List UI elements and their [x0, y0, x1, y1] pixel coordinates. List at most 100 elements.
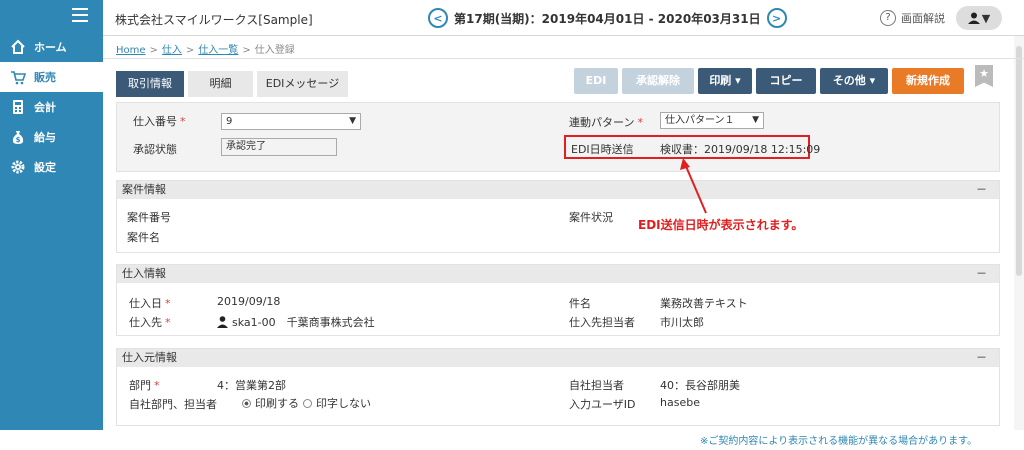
period-selector: < 第17期(当期)：2019年04月01日 - 2020年03月31日 >	[428, 8, 787, 28]
radio-checked-icon	[242, 398, 251, 408]
sidebar-item-settings[interactable]: 設定	[0, 152, 103, 182]
link-pattern-select[interactable]: 仕入パターン１ ▼	[660, 112, 764, 129]
approval-status-field: 承認完了	[221, 138, 337, 156]
required-mark: *	[165, 316, 171, 329]
sidebar-item-sales[interactable]: 販売	[0, 62, 103, 92]
hamburger-menu-icon[interactable]	[72, 8, 88, 22]
copy-button[interactable]: コピー	[756, 68, 816, 94]
edi-sent-label: EDI日時送信	[571, 143, 634, 156]
header-panel: 仕入番号 * 9 ▼ 承認状態 承認完了 連動パターン * 仕入パターン１ ▼ ED…	[116, 102, 1000, 172]
breadcrumb-home[interactable]: Home	[116, 45, 146, 56]
purchase-no-label: 仕入番号 *	[133, 115, 186, 128]
purchase-no-select[interactable]: 9 ▼	[221, 113, 361, 130]
purchase-no-value: 9	[226, 116, 233, 127]
chevron-down-icon: ▼	[752, 115, 759, 125]
collapse-icon[interactable]: －	[976, 265, 987, 283]
scrollbar[interactable]	[1014, 36, 1024, 430]
collapse-icon[interactable]: －	[976, 349, 987, 367]
bookmark-star-icon[interactable]: ★	[975, 65, 993, 87]
dept-value: 4：営業第2部	[217, 379, 286, 392]
top-bar: 株式会社スマイルワークス[Sample] < 第17期(当期)：2019年04月…	[103, 0, 1024, 36]
self-dept-label: 自社部門、担当者	[129, 398, 217, 411]
staff-label: 自社担当者	[569, 379, 624, 392]
breadcrumb-current: 仕入登録	[254, 45, 295, 56]
radio-print-no[interactable]: 印字しない	[303, 395, 371, 411]
required-mark: *	[165, 297, 171, 310]
sidebar-item-label: 販売	[34, 71, 56, 84]
edi-sent-value: 検収書：2019/09/18 12:15:09	[660, 143, 821, 156]
next-period-button[interactable]: >	[766, 8, 787, 28]
new-create-button[interactable]: 新規作成	[892, 68, 964, 94]
prev-period-button[interactable]: <	[428, 8, 448, 28]
required-mark: *	[637, 116, 643, 129]
sidebar-item-home[interactable]: ホーム	[0, 32, 103, 62]
purchase-info-section: 仕入情報 － 仕入日 * 2019/09/18 仕入先 * ska1-00 千葉商事…	[116, 264, 1000, 336]
input-user-value: hasebe	[660, 396, 700, 409]
user-menu-button[interactable]: ▼	[956, 6, 1002, 30]
section-title: 仕入情報	[122, 267, 166, 280]
company-name: 株式会社スマイルワークス[Sample]	[115, 13, 313, 27]
help-link[interactable]: ? 画面解説	[880, 10, 945, 26]
edi-button[interactable]: EDI	[574, 68, 618, 94]
supplier-contact-value: 市川太郎	[660, 316, 704, 329]
required-mark: *	[180, 115, 186, 128]
subject-label: 件名	[569, 297, 591, 310]
footnote: ※ご契約内容により表示される機能が異なる場合があります。	[700, 436, 978, 447]
question-icon: ?	[880, 10, 896, 26]
annotation-text: EDI送信日時が表示されます。	[638, 218, 804, 232]
subject-value: 業務改善テキスト	[660, 297, 748, 310]
approval-label: 承認状態	[133, 143, 177, 156]
gear-icon	[11, 160, 25, 174]
chevron-down-icon: ▼	[349, 116, 356, 126]
print-radio-group: 印刷する 印字しない	[242, 395, 371, 411]
divider	[103, 58, 1024, 59]
sidebar-item-label: 設定	[34, 161, 56, 174]
case-info-section: 案件情報 － 案件番号 案件名 案件状況	[116, 180, 1000, 253]
tab-details[interactable]: 明細	[188, 71, 253, 97]
supplier-contact-label: 仕入先担当者	[569, 316, 635, 329]
print-button[interactable]: 印刷 ▾	[698, 68, 752, 94]
radio-label: 印刷する	[255, 397, 299, 410]
collapse-icon[interactable]: －	[976, 181, 987, 199]
breadcrumb: Home > 仕入 > 仕入一覧 > 仕入登録	[116, 41, 295, 56]
breadcrumb-purchase-list[interactable]: 仕入一覧	[198, 45, 238, 56]
required-mark: *	[154, 379, 160, 392]
link-pattern-value: 仕入パターン１	[665, 115, 735, 126]
home-icon	[11, 39, 25, 54]
section-header: 案件情報 －	[117, 181, 999, 199]
svg-text:$: $	[16, 136, 21, 144]
chevron-down-icon: ▼	[981, 11, 991, 25]
tab-edi-messages[interactable]: EDIメッセージ	[257, 71, 348, 97]
radio-label: 印字しない	[316, 397, 371, 410]
radio-unchecked-icon	[303, 398, 312, 408]
case-status-label: 案件状況	[569, 211, 613, 224]
section-header: 仕入情報 －	[117, 265, 999, 283]
person-icon	[217, 316, 228, 328]
case-name-label: 案件名	[127, 231, 160, 244]
sidebar-item-payroll[interactable]: $ 給与	[0, 122, 103, 152]
radio-print-yes[interactable]: 印刷する	[242, 395, 299, 411]
sidebar: ホーム 販売 会計 $ 給与 設定	[0, 0, 103, 430]
main-content: 仕入番号 * 9 ▼ 承認状態 承認完了 連動パターン * 仕入パターン１ ▼ ED…	[116, 102, 1000, 430]
other-menu-button[interactable]: その他 ▾	[820, 68, 888, 94]
tab-transaction-info[interactable]: 取引情報	[116, 71, 184, 97]
annotation-arrow	[680, 158, 707, 214]
breadcrumb-purchase[interactable]: 仕入	[162, 45, 182, 56]
input-user-label: 入力ユーザID	[569, 398, 636, 411]
supplier-name: ska1-00 千葉商事株式会社	[232, 316, 375, 329]
unapprove-button[interactable]: 承認解除	[622, 68, 694, 94]
purchase-date-value: 2019/09/18	[217, 295, 281, 308]
sidebar-item-label: 給与	[34, 131, 56, 144]
link-pattern-label: 連動パターン *	[569, 116, 643, 129]
sidebar-item-label: ホーム	[34, 41, 67, 54]
breadcrumb-separator: >	[242, 45, 251, 56]
user-icon	[967, 12, 980, 24]
cart-icon	[11, 71, 26, 85]
staff-value: 40：長谷部朋美	[660, 379, 740, 392]
sidebar-item-label: 会計	[34, 101, 56, 114]
breadcrumb-separator: >	[149, 45, 158, 56]
scrollbar-thumb[interactable]	[1016, 46, 1022, 276]
purchase-date-label: 仕入日 *	[129, 297, 171, 310]
sidebar-item-accounting[interactable]: 会計	[0, 92, 103, 122]
help-label: 画面解説	[901, 12, 945, 25]
